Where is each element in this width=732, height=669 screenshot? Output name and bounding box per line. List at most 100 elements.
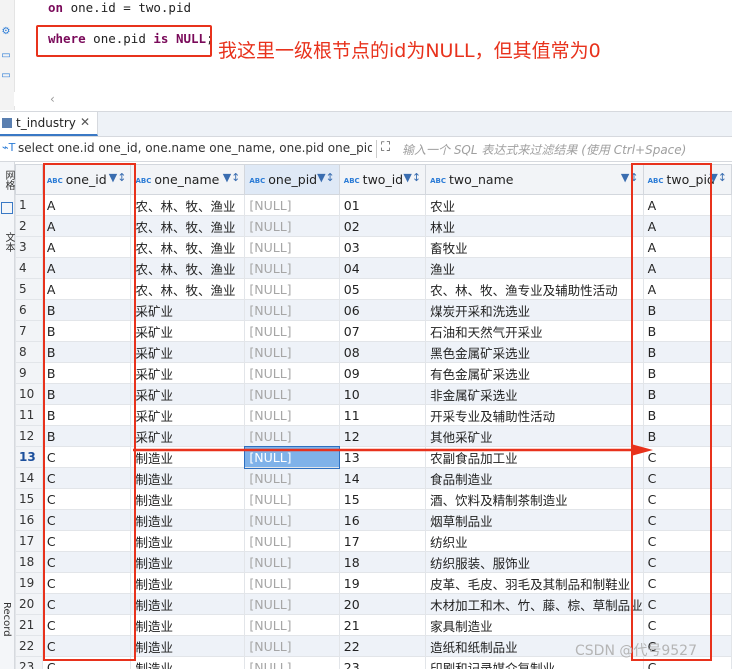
filter-sort-icon[interactable]: ▼↕ [223, 171, 241, 184]
cell-two-name[interactable]: 渔业 [425, 257, 644, 279]
row-number[interactable]: 10 [15, 383, 43, 405]
row-number[interactable]: 1 [15, 194, 43, 216]
cell-one-pid[interactable]: [NULL] [244, 404, 340, 426]
cell-two-name[interactable]: 食品制造业 [425, 467, 644, 489]
cell-one-pid[interactable]: [NULL] [244, 488, 340, 510]
cell-two-name[interactable]: 皮革、毛皮、羽毛及其制品和制鞋业 [425, 572, 644, 594]
filter-sort-icon[interactable]: ▼↕ [403, 171, 421, 184]
tab-t-industry[interactable]: t_industry ✕ [0, 112, 98, 136]
cell-one-pid[interactable]: [NULL] [244, 299, 340, 321]
cell-one-name[interactable]: 制造业 [130, 614, 246, 636]
cell-one-name[interactable]: 制造业 [130, 656, 246, 669]
row-number[interactable]: 12 [15, 425, 43, 447]
cell-one-name[interactable]: 农、林、牧、渔业 [130, 257, 246, 279]
cell-one-pid[interactable]: [NULL] [244, 551, 340, 573]
cell-two-id[interactable]: 17 [338, 530, 427, 552]
row-number[interactable]: 15 [15, 488, 43, 510]
cell-two-name[interactable]: 烟草制品业 [425, 509, 644, 531]
cell-two-name[interactable]: 石油和天然气开采业 [425, 320, 644, 342]
cell-two-id[interactable]: 16 [338, 509, 427, 531]
cell-one-name[interactable]: 农、林、牧、渔业 [130, 236, 246, 258]
column-header-two-id[interactable]: ABC two_id ▼↕ [338, 164, 427, 195]
row-number[interactable]: 18 [15, 551, 43, 573]
cell-one-pid[interactable]: [NULL] [244, 236, 340, 258]
cell-two-name[interactable]: 纺织业 [425, 530, 644, 552]
cell-two-name[interactable]: 开采专业及辅助性活动 [425, 404, 644, 426]
cell-one-pid[interactable]: [NULL] [244, 635, 340, 657]
column-header-one-pid[interactable]: ABC one_pid ▼↕ [244, 164, 340, 195]
cell-two-id[interactable]: 14 [338, 467, 427, 489]
cell-one-pid[interactable]: [NULL] [244, 320, 340, 342]
cell-one-pid[interactable]: [NULL] [244, 194, 340, 216]
filter-input[interactable]: 输入一个 SQL 表达式来过滤结果 (使用 Ctrl+Space) [402, 141, 686, 158]
row-number[interactable]: 6 [15, 299, 43, 321]
cell-one-name[interactable]: 农、林、牧、渔业 [130, 278, 246, 300]
row-number[interactable]: 16 [15, 509, 43, 531]
cell-two-name[interactable]: 农、林、牧、渔专业及辅助性活动 [425, 278, 644, 300]
cell-two-id[interactable]: 20 [338, 593, 427, 615]
cell-one-pid[interactable]: [NULL] [244, 614, 340, 636]
cell-one-name[interactable]: 采矿业 [130, 320, 246, 342]
cell-two-id[interactable]: 03 [338, 236, 427, 258]
cell-two-id[interactable]: 18 [338, 551, 427, 573]
row-number[interactable]: 22 [15, 635, 43, 657]
script-icon[interactable]: ▭ [0, 70, 12, 82]
cell-two-name[interactable]: 家具制造业 [425, 614, 644, 636]
expand-icon[interactable]: ⛶ [381, 140, 390, 155]
row-number[interactable]: 19 [15, 572, 43, 594]
cell-one-pid[interactable]: [NULL] [244, 383, 340, 405]
cell-one-pid[interactable]: [NULL] [244, 362, 340, 384]
cell-one-pid[interactable]: [NULL] [244, 572, 340, 594]
row-number[interactable]: 21 [15, 614, 43, 636]
cell-one-pid[interactable]: [NULL] [244, 593, 340, 615]
cell-one-pid[interactable]: [NULL] [244, 656, 340, 669]
cell-one-pid[interactable]: [NULL] [244, 278, 340, 300]
row-number[interactable]: 17 [15, 530, 43, 552]
cell-one-pid[interactable]: [NULL] [244, 215, 340, 237]
cell-one-pid[interactable]: [NULL] [244, 341, 340, 363]
cell-two-id[interactable]: 15 [338, 488, 427, 510]
cell-two-id[interactable]: 07 [338, 320, 427, 342]
cell-two-id[interactable]: 02 [338, 215, 427, 237]
cell-two-name[interactable]: 黑色金属矿采选业 [425, 341, 644, 363]
column-header-two-name[interactable]: ABC two_name ▼↕ [425, 164, 644, 195]
grid-icon[interactable] [1, 202, 13, 214]
row-number[interactable]: 11 [15, 404, 43, 426]
row-number[interactable]: 5 [15, 278, 43, 300]
row-number[interactable]: 14 [15, 467, 43, 489]
filter-sort-icon[interactable]: ▼↕ [317, 171, 335, 184]
cell-two-id[interactable]: 22 [338, 635, 427, 657]
editor-hscrollbar[interactable]: ‹ [14, 92, 732, 106]
text-view-tab[interactable]: 文本 [1, 232, 16, 252]
row-number[interactable]: 4 [15, 257, 43, 279]
row-number[interactable]: 3 [15, 236, 43, 258]
script-icon[interactable]: ▭ [0, 50, 12, 62]
cell-one-name[interactable]: 制造业 [130, 530, 246, 552]
record-view-tab[interactable]: Record [1, 602, 12, 637]
cell-one-name[interactable]: 制造业 [130, 467, 246, 489]
scroll-left-icon[interactable]: ‹ [50, 92, 55, 106]
cell-two-name[interactable]: 煤炭开采和洗选业 [425, 299, 644, 321]
cell-two-name[interactable]: 非金属矿采选业 [425, 383, 644, 405]
grid-view-tab[interactable]: 网格 [1, 170, 16, 190]
cell-one-name[interactable]: 采矿业 [130, 299, 246, 321]
cell-one-pid[interactable]: [NULL] [244, 509, 340, 531]
cell-two-id[interactable]: 23 [338, 656, 427, 669]
cell-one-pid[interactable]: [NULL] [244, 257, 340, 279]
cell-one-name[interactable]: 制造业 [130, 593, 246, 615]
cell-two-id[interactable]: 01 [338, 194, 427, 216]
cell-two-name[interactable]: 纺织服装、服饰业 [425, 551, 644, 573]
cell-two-name[interactable]: 畜牧业 [425, 236, 644, 258]
cell-one-name[interactable]: 制造业 [130, 488, 246, 510]
row-number[interactable]: 9 [15, 362, 43, 384]
cell-two-id[interactable]: 06 [338, 299, 427, 321]
cell-one-name[interactable]: 农、林、牧、渔业 [130, 194, 246, 216]
row-number[interactable]: 13 [15, 446, 43, 468]
gear-icon[interactable]: ⚙ [0, 26, 12, 38]
row-number[interactable]: 7 [15, 320, 43, 342]
cell-two-name[interactable]: 有色金属矿采选业 [425, 362, 644, 384]
cell-one-name[interactable]: 采矿业 [130, 362, 246, 384]
row-number[interactable]: 8 [15, 341, 43, 363]
cell-one-name[interactable]: 制造业 [130, 572, 246, 594]
row-number[interactable]: 23 [15, 656, 43, 669]
